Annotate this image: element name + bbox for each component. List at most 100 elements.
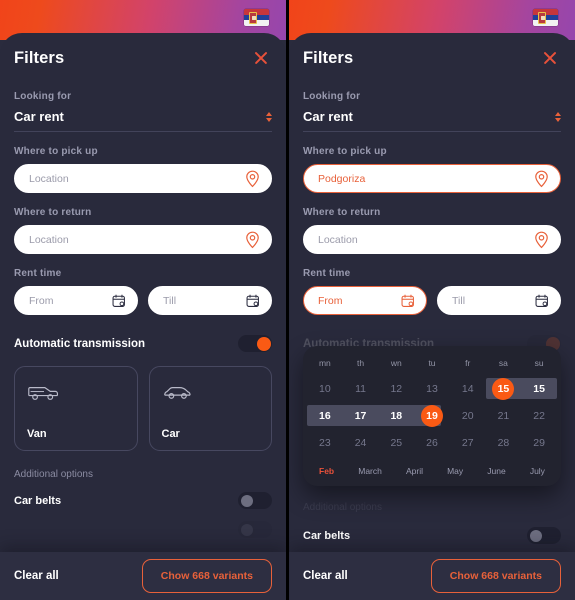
calendar-day-label: 15 bbox=[497, 382, 510, 395]
calendar-day[interactable]: 18 bbox=[378, 402, 414, 429]
filters-scroll-area[interactable]: Looking for Car rent Where to pick up Lo… bbox=[14, 77, 272, 600]
rent-from-input[interactable]: From bbox=[303, 286, 427, 315]
show-variants-button[interactable]: Chow 668 variants bbox=[141, 559, 272, 593]
calendar-day[interactable]: 28 bbox=[486, 429, 522, 456]
weekday-label: th bbox=[357, 358, 365, 368]
car-belts-toggle[interactable] bbox=[238, 492, 272, 509]
weekday-label: sa bbox=[498, 358, 508, 368]
weekday-label: su bbox=[534, 358, 544, 368]
option-label: Car belts bbox=[303, 529, 351, 542]
weekday-label: wn bbox=[390, 358, 402, 368]
phone-screen-left: Filters Looking for Car rent Where to pi… bbox=[0, 0, 286, 600]
calendar-day[interactable]: 26 bbox=[414, 429, 450, 456]
calendar-day[interactable]: 14 bbox=[450, 375, 486, 402]
calendar-day[interactable]: 12 bbox=[378, 375, 414, 402]
month-tab-may[interactable]: May bbox=[447, 466, 463, 476]
dropoff-group: Where to return Location bbox=[303, 207, 561, 254]
calendar-icon bbox=[112, 294, 126, 308]
looking-for-select[interactable]: Car rent bbox=[14, 109, 272, 132]
calendar-day-label: 19 bbox=[426, 409, 438, 422]
page-title: Filters bbox=[303, 48, 354, 67]
vehicle-type-cards: Van Car bbox=[14, 366, 272, 451]
comparison-stage: Filters Looking for Car rent Where to pi… bbox=[0, 0, 575, 600]
filters-sheet: Filters Looking for Car rent Where to pi… bbox=[289, 33, 575, 600]
vehicle-card-label: Car bbox=[161, 428, 180, 440]
calendar-day[interactable]: 22 bbox=[521, 402, 557, 429]
calendar-day[interactable]: 15 bbox=[521, 375, 557, 402]
weekday-label: fr bbox=[465, 358, 471, 368]
spinner-up-down-icon[interactable] bbox=[266, 111, 272, 122]
map-pin-icon bbox=[534, 170, 549, 188]
calendar-day[interactable]: 27 bbox=[450, 429, 486, 456]
pickup-placeholder: Location bbox=[29, 172, 69, 185]
pickup-input[interactable]: Podgoriza bbox=[303, 164, 561, 193]
rent-till-input[interactable]: Till bbox=[148, 286, 272, 315]
serbia-flag-icon bbox=[533, 9, 558, 26]
rent-time-group: Rent time From Till bbox=[303, 268, 561, 315]
month-tab-july[interactable]: July bbox=[530, 466, 545, 476]
option-row-car-belts[interactable]: Car belts bbox=[303, 527, 561, 544]
calendar-day[interactable]: 29 bbox=[521, 429, 557, 456]
rent-from-placeholder: From bbox=[29, 294, 54, 307]
calendar-week-row: 23 24 25 26 27 28 29 bbox=[307, 429, 557, 456]
spinner-up-down-icon[interactable] bbox=[555, 111, 561, 122]
rent-till-input[interactable]: Till bbox=[437, 286, 561, 315]
close-icon[interactable] bbox=[250, 47, 272, 69]
rent-from-placeholder: From bbox=[318, 294, 343, 307]
close-icon[interactable] bbox=[539, 47, 561, 69]
calendar-day[interactable]: 13 bbox=[414, 375, 450, 402]
show-variants-button[interactable]: Chow 668 variants bbox=[430, 559, 561, 593]
looking-for-group: Looking for Car rent bbox=[14, 91, 272, 132]
dropoff-label: Where to return bbox=[14, 207, 92, 218]
rent-time-row: From Till bbox=[14, 286, 272, 315]
looking-for-select[interactable]: Car rent bbox=[303, 109, 561, 132]
calendar-day[interactable]: 20 bbox=[450, 402, 486, 429]
rent-time-label: Rent time bbox=[303, 268, 351, 279]
dropoff-input[interactable]: Location bbox=[14, 225, 272, 254]
calendar-weekday-header: mn th wn tu fr sa su bbox=[307, 356, 557, 375]
next-option-toggle[interactable] bbox=[238, 521, 272, 538]
pickup-label: Where to pick up bbox=[303, 146, 387, 157]
car-icon bbox=[162, 381, 260, 408]
calendar-day[interactable]: 16 bbox=[307, 402, 343, 429]
date-picker-popover[interactable]: mn th wn tu fr sa su 10 11 12 13 14 15 1 bbox=[303, 346, 561, 486]
clear-all-button[interactable]: Clear all bbox=[14, 570, 59, 582]
calendar-day[interactable]: 21 bbox=[486, 402, 522, 429]
calendar-day-selected-start[interactable]: 15 bbox=[486, 375, 522, 402]
pickup-label: Where to pick up bbox=[14, 146, 98, 157]
calendar-icon bbox=[246, 294, 260, 308]
option-row-car-belts[interactable]: Car belts bbox=[14, 492, 272, 509]
month-tab-april[interactable]: April bbox=[406, 466, 423, 476]
dropoff-input[interactable]: Location bbox=[303, 225, 561, 254]
vehicle-card-van[interactable]: Van bbox=[14, 366, 138, 451]
looking-for-label: Looking for bbox=[14, 91, 72, 102]
month-tab-june[interactable]: June bbox=[487, 466, 505, 476]
automatic-transmission-row[interactable]: Automatic transmission bbox=[14, 335, 272, 352]
calendar-day[interactable]: 24 bbox=[343, 429, 379, 456]
calendar-day[interactable]: 10 bbox=[307, 375, 343, 402]
rent-time-group: Rent time From Till bbox=[14, 268, 272, 315]
rent-time-row: From Till bbox=[303, 286, 561, 315]
option-row-next[interactable] bbox=[14, 521, 272, 538]
clear-all-button[interactable]: Clear all bbox=[303, 570, 348, 582]
month-tab-march[interactable]: March bbox=[358, 466, 382, 476]
calendar-day-selected-end[interactable]: 19 bbox=[414, 402, 450, 429]
pickup-input[interactable]: Location bbox=[14, 164, 272, 193]
rent-till-placeholder: Till bbox=[452, 294, 466, 307]
calendar-icon bbox=[535, 294, 549, 308]
month-tab-feb[interactable]: Feb bbox=[319, 466, 334, 476]
option-label: Car belts bbox=[14, 494, 62, 507]
calendar-day[interactable]: 11 bbox=[343, 375, 379, 402]
calendar-week-row: 10 11 12 13 14 15 15 bbox=[307, 375, 557, 402]
filters-scroll-area[interactable]: Looking for Car rent Where to pick up Po… bbox=[303, 77, 561, 600]
rent-from-input[interactable]: From bbox=[14, 286, 138, 315]
calendar-day[interactable]: 23 bbox=[307, 429, 343, 456]
looking-for-group: Looking for Car rent bbox=[303, 91, 561, 132]
car-belts-toggle[interactable] bbox=[527, 527, 561, 544]
sheet-header: Filters bbox=[14, 33, 272, 77]
automatic-transmission-toggle[interactable] bbox=[238, 335, 272, 352]
calendar-day[interactable]: 17 bbox=[343, 402, 379, 429]
calendar-day[interactable]: 25 bbox=[378, 429, 414, 456]
pickup-value: Podgoriza bbox=[318, 172, 366, 185]
vehicle-card-car[interactable]: Car bbox=[148, 366, 272, 451]
